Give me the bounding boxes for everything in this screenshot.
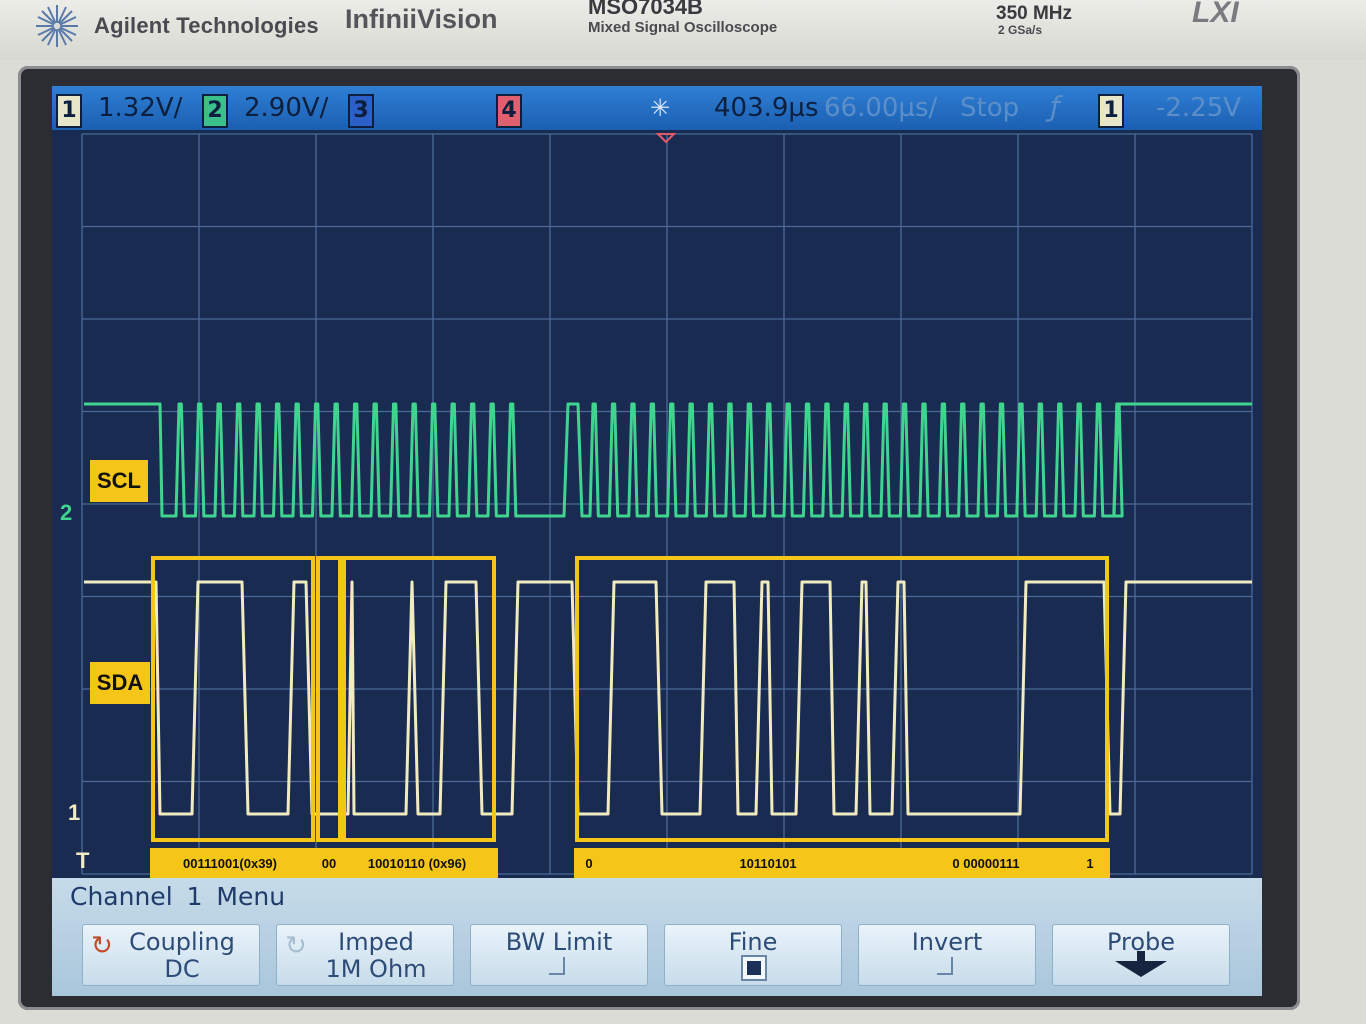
unchecked-box-icon (549, 957, 565, 975)
down-arrow-icon (1115, 951, 1167, 977)
softkey-menu: Channel 1 Menu ↻ Coupling DC ↻ Imped 1M … (52, 878, 1262, 996)
brand: Agilent Technologies (34, 4, 319, 48)
softkey-label: Coupling (129, 928, 235, 956)
waveform-display: 2 1 T SCL SDA 00111001(0x39) 00 10010110 (0x96)… (52, 130, 1262, 930)
decode-stop-bit: 1 (1086, 856, 1093, 871)
softkey-value: DC (164, 955, 200, 983)
sda-label: SDA (97, 670, 144, 695)
agilent-spark-icon (36, 5, 78, 47)
trigger-source[interactable]: 1 (1098, 94, 1124, 128)
ch2-indicator[interactable]: 2 (202, 94, 228, 128)
invert-softkey[interactable]: Invert (858, 924, 1036, 986)
unchecked-box-icon (937, 957, 953, 975)
softkey-label: Imped (338, 928, 414, 956)
brand-name: Agilent Technologies (94, 13, 319, 38)
ch3-indicator[interactable]: 3 (348, 94, 374, 128)
sample-rate-label: 2 GSa/s (998, 23, 1043, 37)
decode-start-bit: 0 (585, 856, 592, 871)
softkey-label: Fine (728, 928, 778, 956)
ch2-ground-marker: 2 (60, 500, 72, 525)
softkey-value: 1M Ohm (325, 955, 427, 983)
ch1-ground-marker: 1 (68, 800, 80, 825)
product-name: InfiniiVision (345, 4, 498, 34)
imped-softkey[interactable]: ↻ Imped 1M Ohm (276, 924, 454, 986)
trigger-level-marker: T (76, 848, 90, 873)
softkey-label: Invert (911, 928, 983, 956)
decode-data-byte-2: 0 00000111 (952, 856, 1019, 871)
ch1-indicator[interactable]: 1 (56, 94, 82, 128)
fine-softkey[interactable]: Fine (664, 924, 842, 986)
scope-screen: 1 1.32V/ 2 2.90V/ 3 4 ✳ 403.9µs 66.00µs/… (52, 86, 1262, 996)
rising-edge-icon: ƒ (1050, 90, 1060, 123)
sda-segment-box-2 (316, 556, 342, 842)
softkey-label: BW Limit (505, 928, 613, 956)
menu-title: Channel 1 Menu (70, 882, 286, 911)
checked-box-icon (741, 955, 767, 981)
bw-limit-softkey[interactable]: BW Limit (470, 924, 648, 986)
decode-segment-2: 00 (322, 856, 336, 871)
scl-label: SCL (97, 468, 141, 493)
lxi-logo: LXI (1192, 0, 1239, 29)
coupling-softkey[interactable]: ↻ Coupling DC (82, 924, 260, 986)
decode-segment-1: 00111001(0x39) (183, 856, 277, 871)
decode-segment-3: 10010110 (0x96) (368, 856, 466, 871)
ch1-scale: 1.32V/ (98, 93, 183, 123)
waveform-canvas: 2 1 T SCL SDA 00111001(0x39) 00 10010110 (0x96)… (60, 133, 1253, 878)
bandwidth-label: 350 MHz (996, 3, 1073, 24)
ch2-scale: 2.90V/ (244, 93, 329, 123)
trigger-level: -2.25V (1156, 93, 1242, 123)
time-scale: 66.00µs/ (824, 93, 938, 123)
probe-softkey[interactable]: Probe (1052, 924, 1230, 986)
status-bar: 1 1.32V/ 2 2.90V/ 3 4 ✳ 403.9µs 66.00µs/… (52, 86, 1262, 130)
decode-data-byte-1: 10110101 (739, 856, 796, 871)
model-number: MSO7034B (588, 0, 703, 19)
sda-waveform (84, 580, 1252, 816)
decode-bar-2 (574, 848, 1110, 878)
instrument-header: Agilent Technologies InfiniiVision MSO70… (0, 0, 1366, 60)
run-state: Stop (960, 93, 1020, 123)
trigger-position-icon: ✳ (650, 94, 671, 122)
time-position: 403.9µs (714, 93, 819, 123)
trigger-position-marker (655, 133, 677, 144)
model-subtitle: Mixed Signal Oscilloscope (588, 19, 778, 36)
scl-waveform (84, 402, 1252, 518)
ch4-indicator[interactable]: 4 (496, 94, 522, 128)
